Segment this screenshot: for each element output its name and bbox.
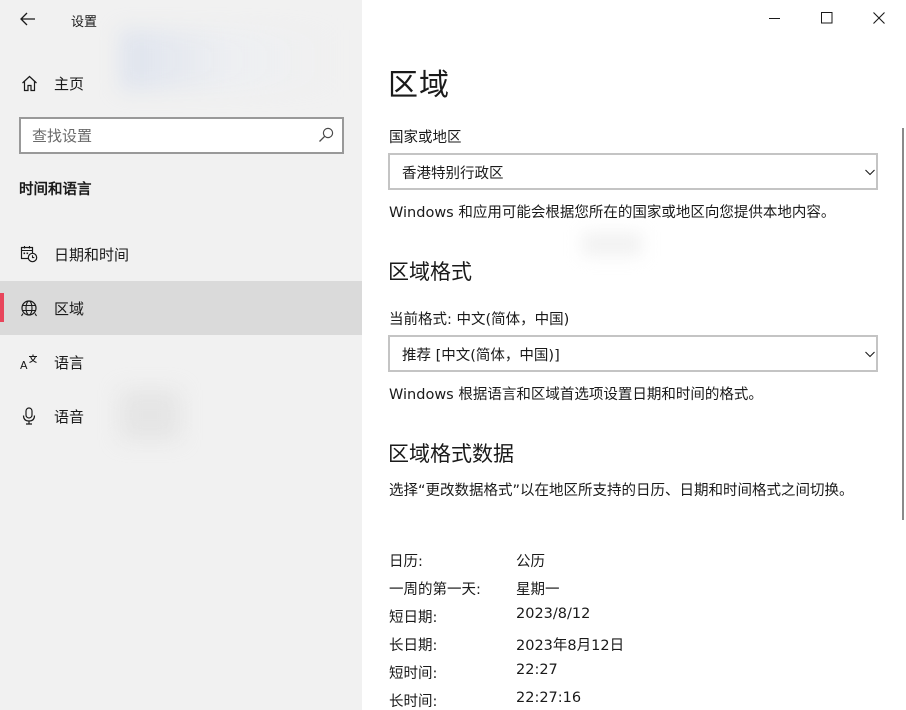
calendar-clock-icon — [20, 245, 38, 263]
regional-format-dropdown[interactable]: 推荐 [中文(简体，中国)] — [388, 335, 878, 372]
home-icon — [20, 74, 38, 92]
sidebar-item-language[interactable]: A 语言 — [0, 335, 362, 389]
sidebar-item-speech[interactable]: 语音 — [0, 389, 362, 443]
app-title: 设置 — [71, 15, 98, 30]
minimize-button[interactable] — [752, 4, 798, 32]
sidebar-item-region[interactable]: 区域 — [0, 281, 362, 335]
format-data-key: 日历: — [389, 554, 423, 570]
section-title: 时间和语言 — [19, 182, 92, 198]
format-data-value: 星期一 — [516, 582, 560, 598]
svg-text:A: A — [20, 359, 28, 371]
format-data-value: 22:27 — [516, 662, 558, 678]
close-button[interactable] — [856, 4, 902, 32]
country-dropdown[interactable]: 香港特别行政区 — [388, 153, 878, 190]
format-data-key: 短时间: — [389, 666, 438, 682]
search-icon[interactable] — [318, 127, 334, 143]
regional-format-heading: 区域格式 — [388, 260, 472, 284]
format-data-value: 2023年8月12日 — [516, 638, 625, 654]
selection-indicator — [0, 293, 4, 322]
format-data-key: 长日期: — [389, 638, 438, 654]
sidebar: 设置 主页 时间和语言 日期和时间 — [0, 0, 362, 710]
country-value: 香港特别行政区 — [402, 166, 504, 182]
format-data-key: 长时间: — [389, 694, 438, 710]
regional-format-description: Windows 根据语言和区域首选项设置日期和时间的格式。 — [389, 387, 763, 403]
maximize-icon — [821, 12, 833, 24]
main-content: 区域 国家或地区 香港特别行政区 Windows 和应用可能会根据您所在的国家或… — [362, 0, 906, 710]
country-description: Windows 和应用可能会根据您所在的国家或地区向您提供本地内容。 — [389, 205, 836, 221]
back-button[interactable] — [14, 6, 42, 32]
globe-icon — [20, 299, 38, 317]
sidebar-item-date-time[interactable]: 日期和时间 — [0, 227, 362, 281]
sidebar-item-label: 区域 — [54, 299, 85, 318]
regional-format-value: 推荐 [中文(简体，中国)] — [402, 348, 560, 364]
format-data-value: 22:27:16 — [516, 690, 582, 706]
sidebar-item-label: 语音 — [54, 407, 85, 426]
sidebar-item-home[interactable]: 主页 — [0, 62, 362, 104]
search-input[interactable] — [21, 119, 342, 152]
microphone-icon — [20, 407, 38, 425]
background-blur — [582, 232, 642, 256]
minimize-icon — [769, 18, 780, 19]
language-icon: A — [20, 353, 38, 371]
scrollbar[interactable] — [902, 128, 904, 520]
format-data-heading: 区域格式数据 — [388, 442, 514, 466]
format-data-value: 公历 — [516, 554, 545, 570]
maximize-button[interactable] — [804, 4, 850, 32]
format-data-key: 一周的第一天: — [389, 582, 481, 598]
search-box[interactable] — [19, 117, 344, 154]
page-title: 区域 — [388, 68, 450, 103]
chevron-down-icon — [865, 169, 875, 176]
chevron-down-icon — [865, 351, 875, 358]
title-bar: 设置 — [0, 0, 362, 40]
close-icon — [873, 12, 885, 24]
sidebar-item-label: 主页 — [54, 74, 85, 93]
format-data-value: 2023/8/12 — [516, 606, 591, 622]
sidebar-item-label: 日期和时间 — [54, 245, 130, 264]
current-format-label: 当前格式: 中文(简体，中国) — [389, 312, 570, 328]
back-arrow-icon — [20, 12, 35, 26]
sidebar-item-label: 语言 — [54, 353, 85, 372]
country-label: 国家或地区 — [389, 130, 462, 146]
format-data-description: 选择“更改数据格式”以在地区所支持的日历、日期和时间格式之间切换。 — [389, 483, 854, 499]
format-data-key: 短日期: — [389, 610, 438, 626]
